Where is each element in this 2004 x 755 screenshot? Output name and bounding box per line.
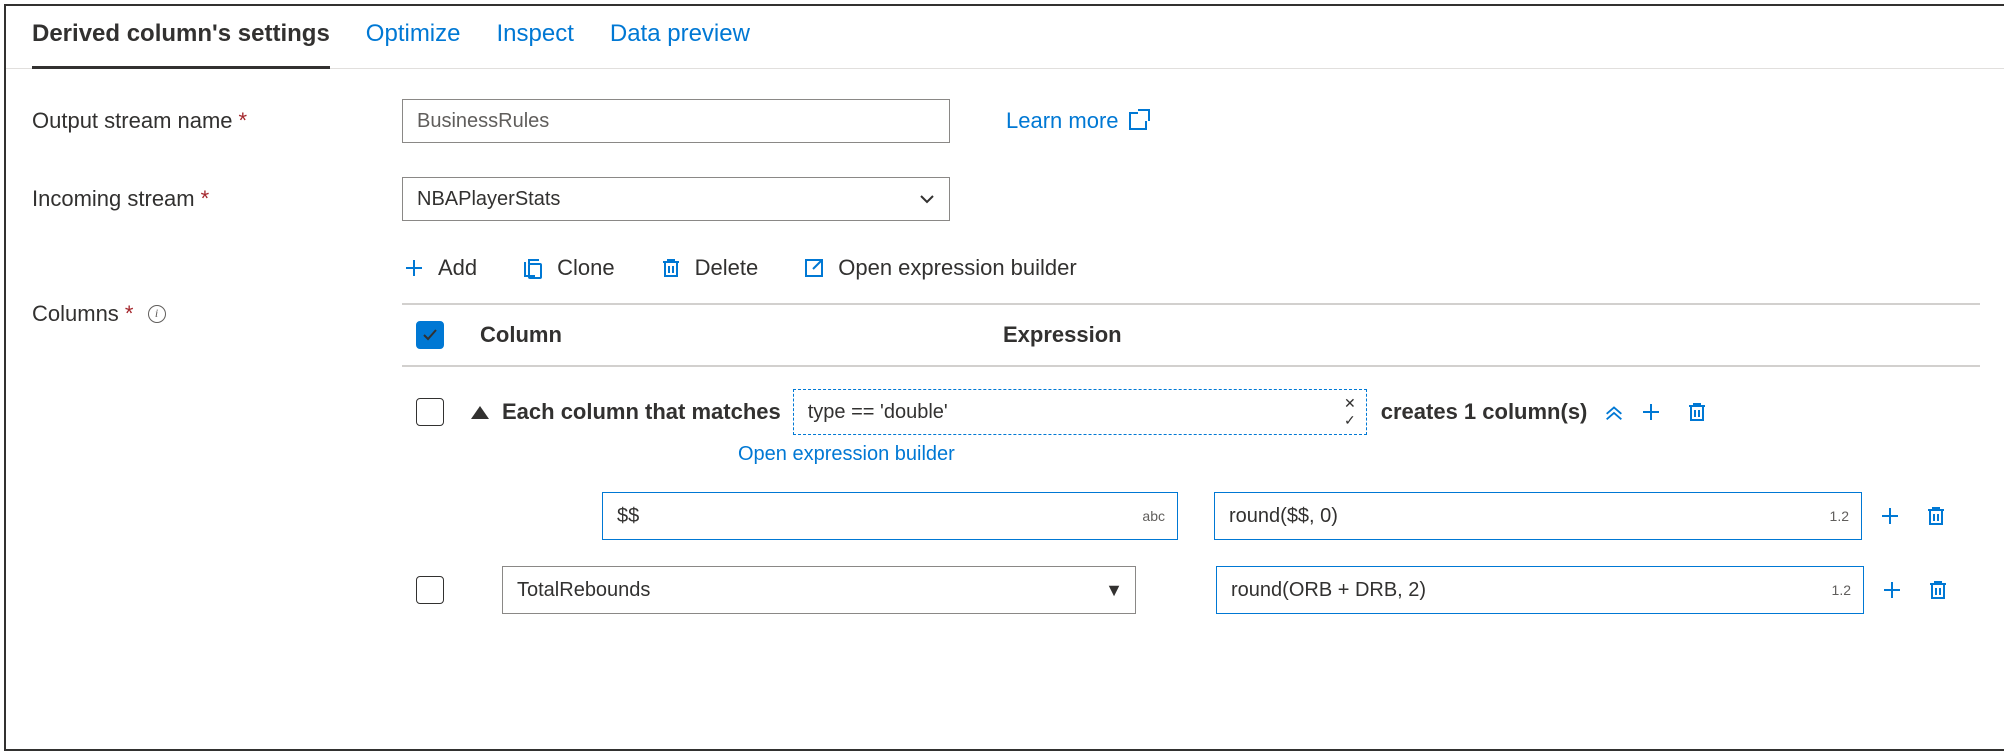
column-name-select[interactable]: TotalRebounds ▼	[502, 566, 1136, 614]
type-badge-numeric: 1.2	[1830, 508, 1849, 524]
columns-label: Columns* i	[32, 301, 402, 327]
clone-button[interactable]: Clone	[521, 255, 614, 281]
type-badge-abc: abc	[1142, 508, 1165, 524]
pattern-suffix: creates 1 column(s)	[1381, 399, 1588, 425]
tab-settings[interactable]: Derived column's settings	[32, 20, 330, 69]
incoming-stream-label: Incoming stream*	[32, 186, 402, 212]
add-subrow-icon[interactable]	[1876, 502, 1904, 530]
info-icon[interactable]: i	[148, 305, 166, 323]
columns-grid: Column Expression Each column that match…	[402, 303, 1980, 614]
tabs: Derived column's settings Optimize Inspe…	[6, 6, 2004, 69]
chevron-down-icon	[919, 191, 935, 207]
tab-inspect[interactable]: Inspect	[496, 20, 573, 68]
add-row-icon[interactable]	[1878, 576, 1906, 604]
open-expression-builder-button[interactable]: Open expression builder	[802, 255, 1076, 281]
expression-input[interactable]: round(ORB + DRB, 2) 1.2	[1216, 566, 1864, 614]
learn-more-link[interactable]: Learn more	[1006, 108, 1147, 134]
add-button[interactable]: Add	[402, 255, 477, 281]
tab-preview[interactable]: Data preview	[610, 20, 750, 68]
incoming-stream-select[interactable]: NBAPlayerStats	[402, 177, 950, 221]
select-all-checkbox[interactable]	[416, 321, 444, 349]
delete-row-icon[interactable]	[1924, 576, 1952, 604]
delete-subrow-icon[interactable]	[1922, 502, 1950, 530]
open-icon	[802, 256, 826, 280]
columns-toolbar: Add Clone Delete Open expression builder	[402, 255, 1980, 303]
open-expression-builder-link[interactable]: Open expression builder	[738, 443, 2004, 466]
expand-toggle[interactable]	[458, 406, 502, 419]
output-stream-input[interactable]	[402, 99, 950, 143]
add-row-icon[interactable]	[1637, 398, 1665, 426]
pattern-column-input[interactable]: $$ abc	[602, 492, 1178, 540]
delete-row-icon[interactable]	[1683, 398, 1711, 426]
pattern-prefix: Each column that matches	[502, 399, 781, 425]
column-header-expression: Expression	[1003, 322, 1980, 348]
delete-button[interactable]: Delete	[659, 255, 759, 281]
trash-icon	[659, 256, 683, 280]
type-badge-numeric: 1.2	[1832, 582, 1851, 598]
row-checkbox[interactable]	[416, 576, 444, 604]
column-header-column: Column	[458, 322, 1003, 348]
dropdown-icon: ▼	[1105, 580, 1123, 601]
tab-optimize[interactable]: Optimize	[366, 20, 461, 68]
pattern-condition-input[interactable]: type == 'double' ✕✓	[793, 389, 1367, 435]
dismissable-icon: ✕✓	[1344, 395, 1356, 429]
copy-icon	[521, 256, 545, 280]
collapse-icon[interactable]	[1603, 401, 1625, 423]
plus-icon	[402, 256, 426, 280]
output-stream-label: Output stream name*	[32, 108, 402, 134]
pattern-expression-input[interactable]: round($$, 0) 1.2	[1214, 492, 1862, 540]
row-checkbox[interactable]	[416, 398, 444, 426]
external-link-icon	[1129, 112, 1147, 130]
